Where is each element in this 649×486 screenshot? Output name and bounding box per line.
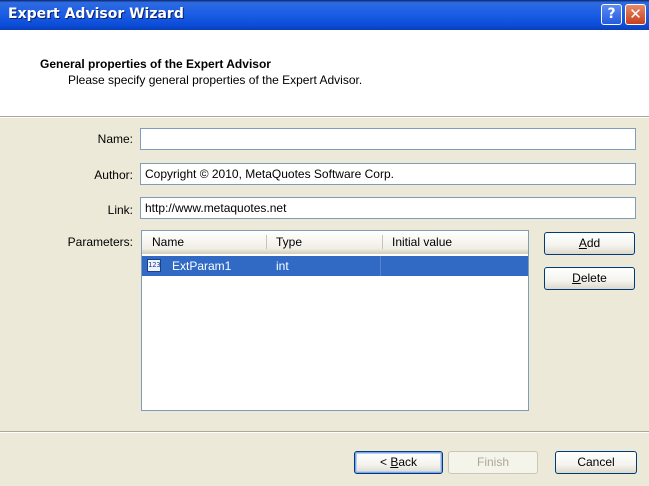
name-field[interactable] (140, 128, 636, 150)
link-label: Link: (107, 203, 133, 217)
table-row[interactable]: 123 ExtParam1 int (142, 256, 528, 276)
help-button[interactable]: ? (601, 4, 622, 25)
close-icon: ✕ (629, 5, 642, 23)
title-bar: Expert Advisor Wizard ? ✕ (0, 0, 649, 30)
parameter-icon: 123 (147, 259, 161, 272)
column-header-initial-value[interactable]: Initial value (382, 231, 528, 253)
parameters-list[interactable]: Name Type Initial value 123 ExtParam1 in… (141, 230, 529, 411)
list-header: Name Type Initial value (142, 231, 528, 254)
page-title: General properties of the Expert Advisor (40, 57, 271, 71)
add-label-post: dd (586, 236, 601, 250)
page-subtitle: Please specify general properties of the… (68, 73, 363, 87)
back-label-pre: < (379, 455, 391, 469)
param-type-cell: int (276, 259, 289, 273)
close-button[interactable]: ✕ (625, 4, 646, 25)
link-field[interactable]: http://www.metaquotes.net (140, 197, 636, 219)
wizard-header: General properties of the Expert Advisor… (0, 30, 649, 116)
name-label: Name: (97, 132, 133, 146)
author-label: Author: (94, 168, 133, 182)
header-divider (0, 116, 649, 118)
window-title: Expert Advisor Wizard (8, 6, 184, 22)
back-button[interactable]: < Back (354, 451, 443, 474)
delete-label-post: elete (580, 271, 607, 285)
add-mnemonic: A (578, 236, 587, 250)
footer-divider (0, 431, 649, 433)
delete-mnemonic: D (572, 271, 581, 285)
param-name-cell: ExtParam1 (172, 259, 232, 273)
cell-divider (380, 256, 381, 276)
back-label-post: ack (398, 455, 418, 469)
add-button[interactable]: Add (544, 232, 635, 255)
parameters-label: Parameters: (67, 235, 133, 249)
author-field[interactable]: Copyright © 2010, MetaQuotes Software Co… (140, 163, 636, 185)
column-header-name[interactable]: Name (142, 231, 266, 253)
column-header-type[interactable]: Type (266, 231, 382, 253)
delete-button[interactable]: Delete (544, 267, 635, 290)
cancel-button[interactable]: Cancel (555, 451, 637, 474)
finish-button[interactable]: Finish (448, 451, 538, 474)
help-icon: ? (607, 6, 616, 22)
